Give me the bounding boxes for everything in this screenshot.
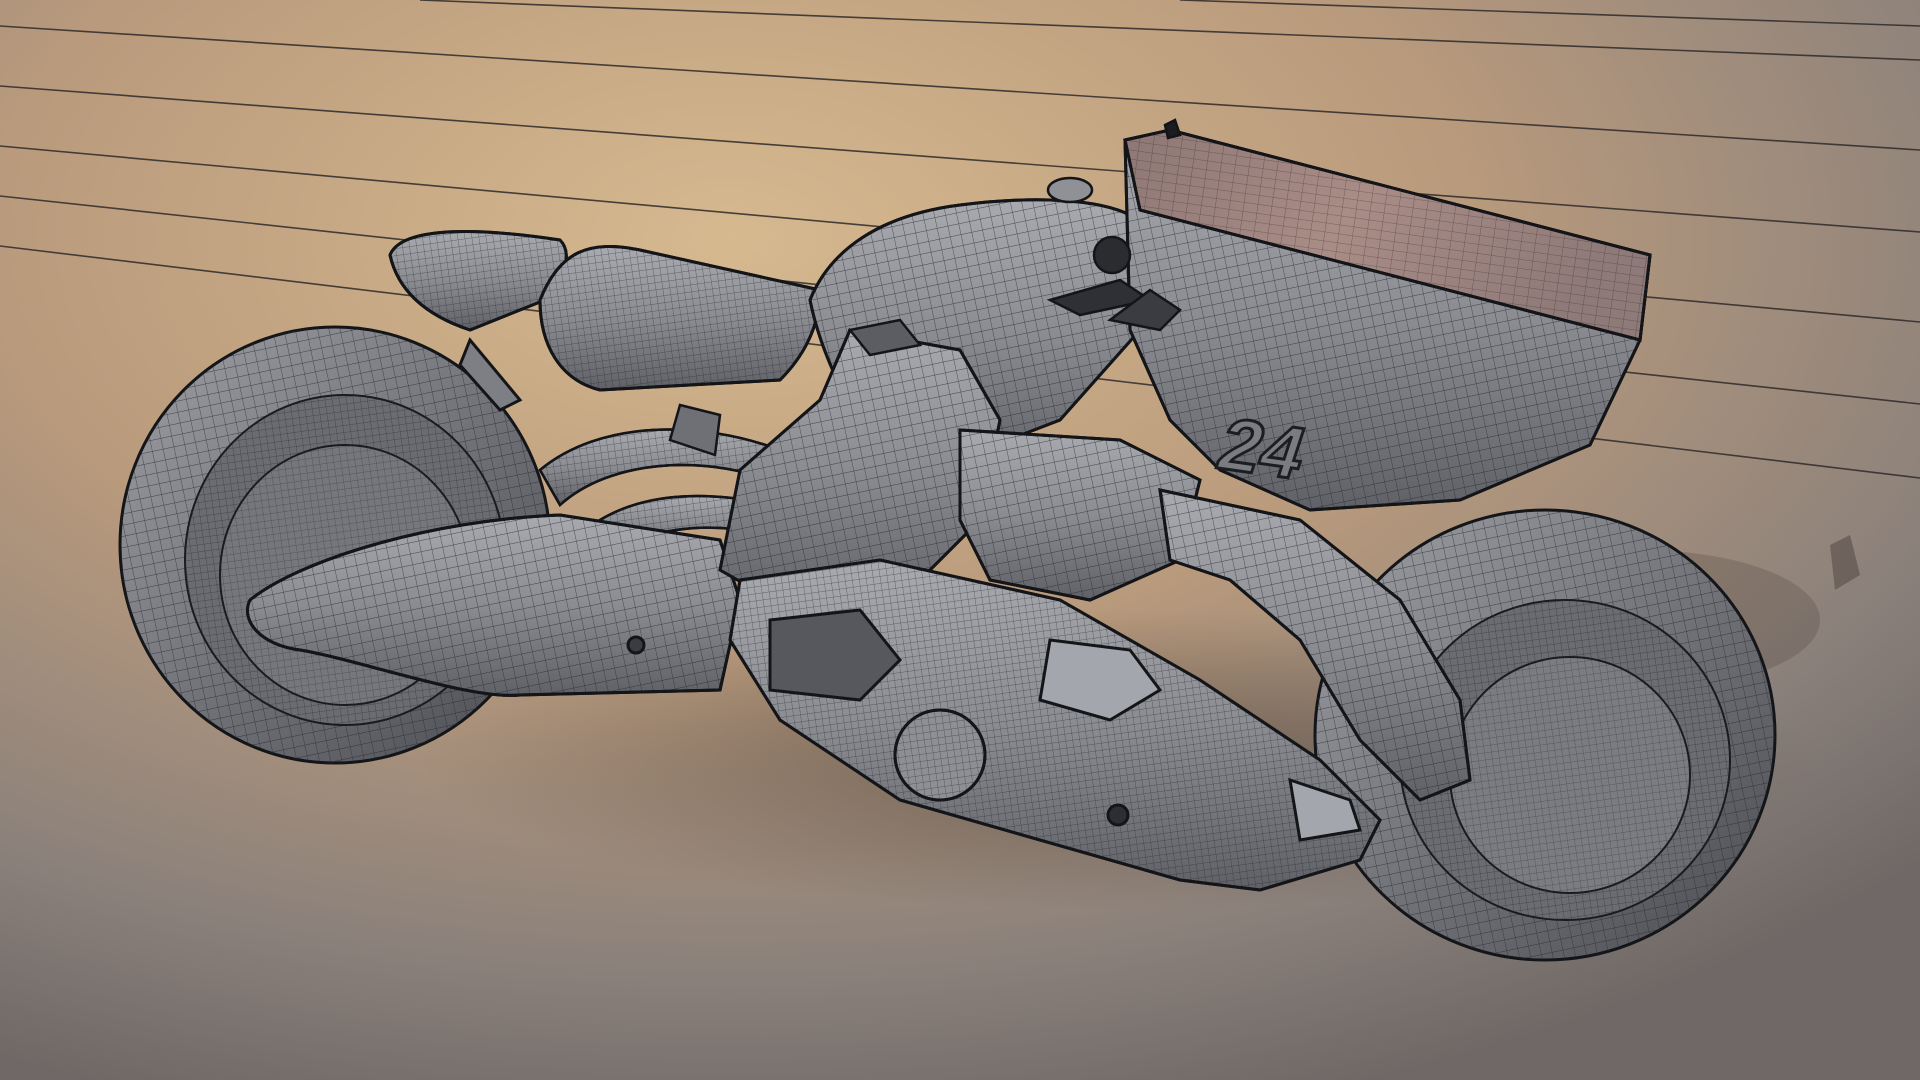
render-viewport: 24	[0, 0, 1920, 1080]
fuel-cap	[1046, 176, 1094, 204]
